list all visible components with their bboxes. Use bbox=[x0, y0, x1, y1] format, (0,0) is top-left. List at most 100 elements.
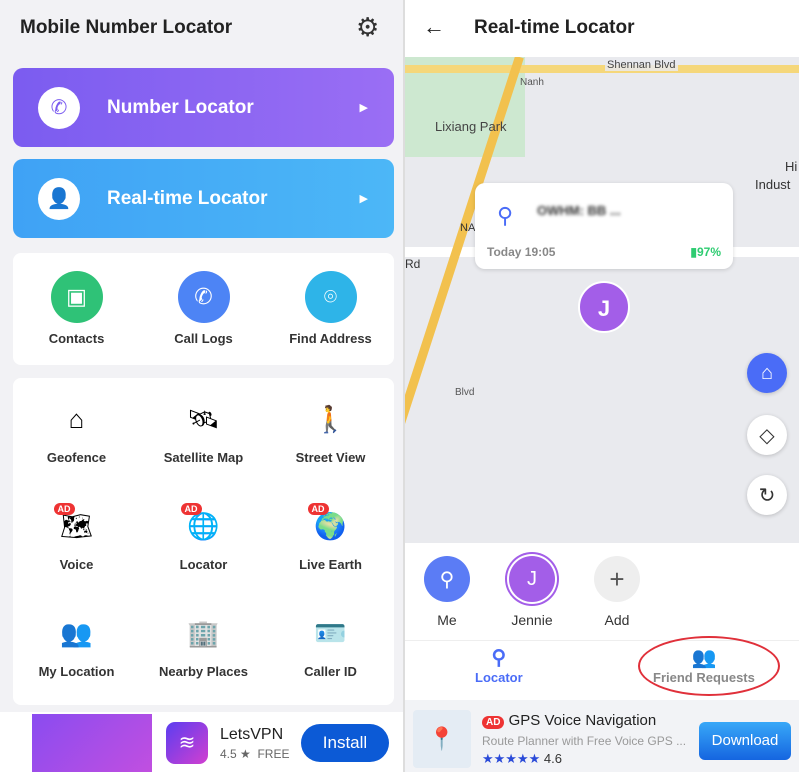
feature-satellite-map[interactable]: 🛰 Satellite Map bbox=[140, 396, 267, 466]
call-logs-label: Call Logs bbox=[174, 331, 233, 346]
find-address-button[interactable]: ⌾ Find Address bbox=[267, 271, 394, 346]
gps-app-icon: 📍 bbox=[413, 710, 471, 768]
ad-badge: AD bbox=[482, 716, 505, 729]
id-card-icon: 🪪 bbox=[314, 617, 347, 648]
house-pin-icon: ⌂ bbox=[68, 403, 85, 434]
ad-subtitle: Route Planner with Free Voice GPS ... bbox=[482, 734, 687, 748]
feature-street-view[interactable]: 🚶 Street View bbox=[267, 396, 394, 466]
street-person-icon: 🚶 bbox=[314, 403, 347, 434]
satellite-icon: 🛰 bbox=[186, 403, 220, 434]
realtime-locator-label: Real-time Locator bbox=[107, 187, 268, 209]
ad-banner[interactable]: ≋ LetsVPN 4.5 ★ FREE Install bbox=[0, 712, 403, 772]
map-label: Shennan Blvd bbox=[605, 59, 678, 71]
avatar: J bbox=[509, 556, 555, 602]
feature-live-earth[interactable]: 🌍 AD Live Earth bbox=[267, 503, 394, 572]
ad-image bbox=[32, 714, 152, 772]
feature-label: Caller ID bbox=[304, 664, 357, 679]
back-arrow-icon[interactable]: ← bbox=[423, 14, 445, 40]
feature-label: Satellite Map bbox=[163, 450, 244, 465]
install-button[interactable]: Install bbox=[301, 724, 389, 762]
plus-icon: + bbox=[594, 556, 640, 602]
gear-icon[interactable]: ⚙ bbox=[356, 14, 382, 40]
map-label: NA bbox=[460, 222, 476, 234]
location-popup[interactable]: ⚲ OWHM: BB ... Today 19:05 ▮97% bbox=[475, 183, 733, 269]
map-label: Indust bbox=[755, 177, 791, 192]
realtime-locator-button[interactable]: 👤 Real-time Locator ▶ bbox=[13, 159, 394, 238]
add-person-button[interactable]: + Add bbox=[587, 556, 647, 628]
location-pin-icon: ⌾ bbox=[304, 271, 357, 323]
map-label: Blvd bbox=[455, 387, 475, 398]
ad-banner[interactable]: 📍 AD GPS Voice Navigation Route Planner … bbox=[405, 700, 799, 772]
map-view[interactable]: Lixiang Park Shennan Blvd Rd NA Hi Indus… bbox=[405, 57, 799, 543]
address-text: OWHM: BB ... bbox=[537, 203, 621, 218]
highlight-circle bbox=[638, 636, 780, 696]
person-location-icon: ⚲ bbox=[497, 203, 514, 228]
contacts-button[interactable]: ▣ Contacts bbox=[13, 271, 140, 346]
layers-icon[interactable]: ◇ bbox=[747, 415, 787, 455]
feature-nearby-places[interactable]: 🏢 Nearby Places bbox=[140, 610, 267, 680]
feature-label: Voice bbox=[59, 557, 94, 572]
feature-caller-id[interactable]: 🪪 Caller ID bbox=[267, 610, 394, 680]
ad-badge: AD bbox=[180, 503, 202, 515]
ad-rating: 4.5 ★ bbox=[220, 747, 251, 761]
contacts-label: Contacts bbox=[48, 331, 105, 346]
person-pin-icon: 👤 bbox=[38, 177, 80, 220]
tab-label: Locator bbox=[475, 670, 523, 685]
feature-label: Street View bbox=[295, 450, 366, 465]
page-title: Real-time Locator bbox=[474, 17, 635, 38]
map-label: Nanh bbox=[520, 77, 544, 88]
call-log-icon: ✆ bbox=[177, 271, 230, 323]
battery-icon: ▮ bbox=[690, 245, 697, 259]
play-arrow-icon: ▶ bbox=[359, 193, 368, 205]
friend-marker[interactable]: J bbox=[578, 281, 630, 333]
home-panel: Mobile Number Locator ⚙ ✆ Number Locator… bbox=[0, 0, 403, 772]
people-pin-icon: 👥 bbox=[60, 617, 93, 648]
number-locator-button[interactable]: ✆ Number Locator ▶ bbox=[13, 68, 394, 147]
earth-icon: 🌍 AD bbox=[307, 503, 354, 549]
play-arrow-icon: ▶ bbox=[359, 102, 368, 114]
home-pin-icon[interactable]: ⌂ bbox=[747, 353, 787, 393]
location-pin-icon: ⚲ bbox=[424, 556, 470, 602]
feature-label: Live Earth bbox=[299, 557, 362, 572]
phone-pin-icon: ✆ bbox=[38, 86, 80, 129]
feature-label: Geofence bbox=[46, 450, 107, 465]
feature-my-location[interactable]: 👥 My Location bbox=[13, 610, 140, 680]
feature-geofence[interactable]: ⌂ Geofence bbox=[13, 396, 140, 466]
header: ← Real-time Locator bbox=[405, 0, 799, 57]
person-name: Jennie bbox=[511, 612, 553, 628]
person-name: Add bbox=[604, 612, 630, 628]
person-me[interactable]: ⚲ Me bbox=[417, 556, 477, 628]
ad-badge: AD bbox=[53, 503, 75, 515]
download-button[interactable]: Download bbox=[699, 722, 791, 760]
battery-level: 97% bbox=[696, 245, 721, 259]
feature-label: My Location bbox=[38, 664, 115, 679]
tab-locator[interactable]: ⚲ Locator bbox=[475, 645, 523, 685]
contacts-icon: ▣ bbox=[50, 271, 103, 323]
feature-label: Nearby Places bbox=[159, 664, 248, 679]
feature-voice[interactable]: 🗺 AD Voice bbox=[13, 503, 140, 572]
map-label: Rd bbox=[405, 257, 421, 271]
call-logs-button[interactable]: ✆ Call Logs bbox=[140, 271, 267, 346]
building-icon: 🏢 bbox=[187, 617, 220, 648]
refresh-icon[interactable]: ↻ bbox=[747, 475, 787, 515]
ad-app-name: LetsVPN bbox=[220, 726, 284, 743]
tools-card: ▣ Contacts ✆ Call Logs ⌾ Find Address bbox=[13, 253, 394, 365]
ad-rating: 4.6 bbox=[543, 751, 562, 766]
update-time: Today 19:05 bbox=[487, 245, 556, 259]
letsvpn-logo-icon: ≋ bbox=[166, 722, 208, 764]
app-title: Mobile Number Locator bbox=[20, 17, 233, 38]
person-jennie[interactable]: J Jennie bbox=[502, 556, 562, 628]
ad-title: GPS Voice Navigation bbox=[508, 712, 657, 729]
person-name: Me bbox=[437, 612, 457, 628]
find-address-label: Find Address bbox=[289, 331, 372, 346]
feature-locator[interactable]: 🌐 AD Locator bbox=[140, 503, 267, 572]
globe-pin-icon: 🌐 AD bbox=[180, 503, 227, 549]
feature-label: Locator bbox=[179, 557, 228, 572]
star-rating-icon: ★★★★★ bbox=[482, 751, 541, 766]
number-locator-label: Number Locator bbox=[107, 96, 254, 118]
map-label: Hi bbox=[785, 159, 798, 174]
route-map-icon: 🗺 AD bbox=[53, 503, 100, 549]
map-label: Lixiang Park bbox=[435, 119, 507, 134]
features-card: ⌂ Geofence 🛰 Satellite Map 🚶 Street View 🗺 AD Vo… bbox=[13, 378, 394, 705]
location-pin-icon: ⚲ bbox=[491, 647, 507, 669]
